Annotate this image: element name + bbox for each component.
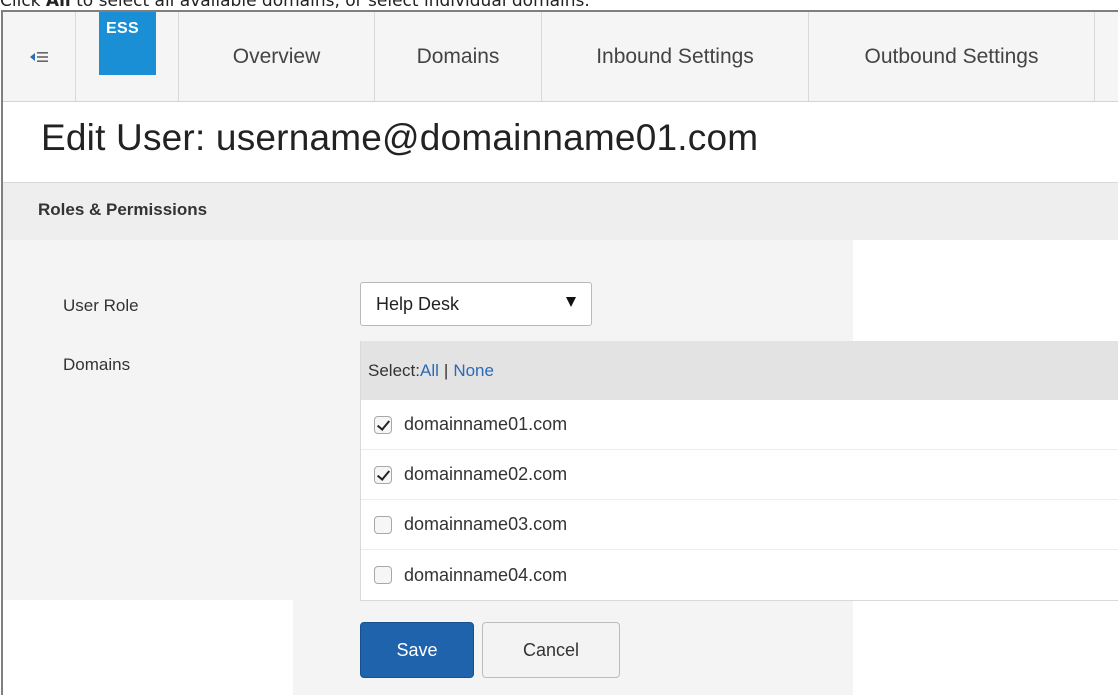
bottom-strip: [3, 600, 293, 695]
domain-row: domainname01.com: [361, 400, 1118, 450]
section-header: Roles & Permissions: [3, 182, 1118, 240]
domain-row: domainname03.com: [361, 500, 1118, 550]
tab-inbound-settings[interactable]: Inbound Settings: [542, 12, 809, 101]
logo-cell: ESS: [76, 12, 179, 101]
user-role-value: Help Desk: [376, 293, 460, 314]
domain-checkbox[interactable]: [374, 465, 392, 484]
save-button[interactable]: Save: [360, 622, 474, 678]
domain-row: domainname02.com: [361, 450, 1118, 500]
triangle-down-icon: [566, 297, 576, 307]
ess-logo[interactable]: ESS: [99, 12, 156, 75]
domain-name: domainname02.com: [404, 464, 568, 484]
domain-checkbox[interactable]: [374, 566, 392, 584]
tab-domains[interactable]: Domains: [375, 12, 542, 101]
top-navigation: ESS Overview Domains Inbound Settings Ou…: [3, 12, 1118, 102]
collapse-menu-icon: [30, 51, 48, 62]
app-window: ESS Overview Domains Inbound Settings Ou…: [1, 10, 1118, 695]
tab-outbound-settings[interactable]: Outbound Settings: [809, 12, 1095, 101]
domain-checkbox[interactable]: [374, 515, 392, 534]
domains-label: Domains: [63, 355, 131, 374]
domain-row: domainname04.com: [361, 550, 1118, 600]
section-title: Roles & Permissions: [38, 200, 208, 219]
domain-name: domainname01.com: [404, 414, 568, 434]
user-role-select[interactable]: Help Desk: [360, 282, 592, 326]
select-all-link[interactable]: All: [420, 361, 439, 381]
select-separator: |: [443, 360, 449, 380]
select-bar: Select: All | None: [361, 341, 1118, 400]
domain-checkbox[interactable]: [374, 415, 392, 434]
nav-toggle-button[interactable]: [3, 12, 76, 101]
domain-name: domainname03.com: [404, 514, 568, 534]
domain-name: domainname04.com: [404, 564, 568, 585]
select-prefix: Select:: [368, 360, 420, 380]
tab-overview[interactable]: Overview: [179, 12, 375, 101]
user-role-label: User Role: [63, 296, 139, 315]
page-title: Edit User: username@domainname01.com: [41, 117, 759, 158]
domains-list: Select: All | None domainname01.com doma…: [360, 341, 1118, 601]
cancel-button[interactable]: Cancel: [482, 622, 620, 678]
select-none-link[interactable]: None: [453, 361, 494, 381]
